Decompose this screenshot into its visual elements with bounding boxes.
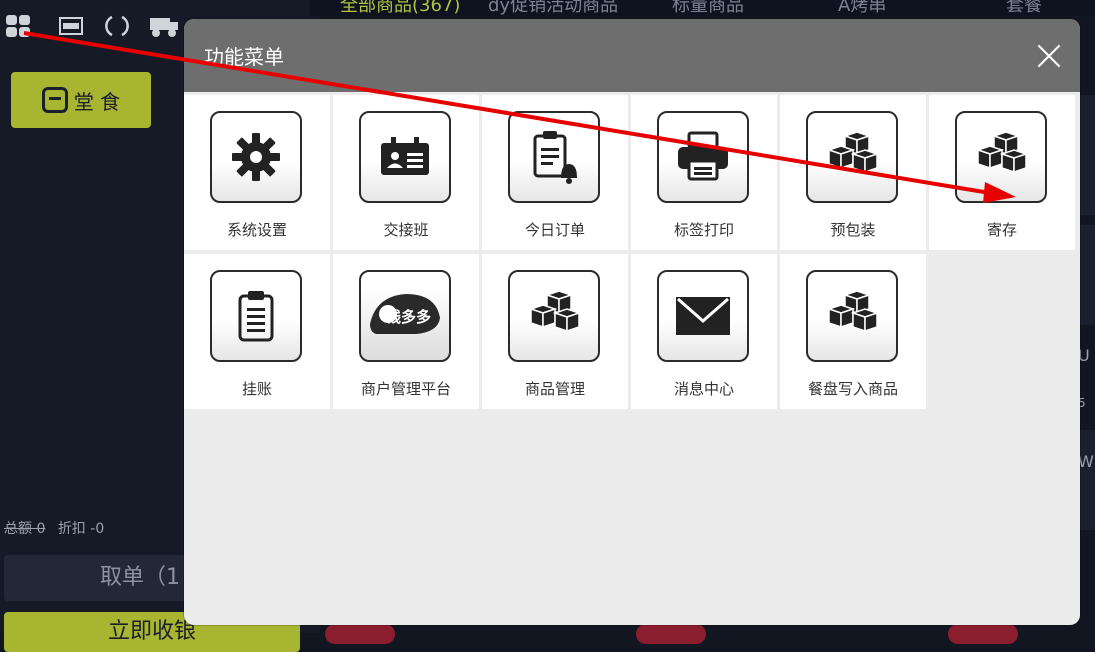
category-tab[interactable]: A烤串 [838,0,886,16]
menu-item-merchant-platform[interactable]: 钱多多 商户管理平台 [333,254,479,409]
menu-item-prepackaged[interactable]: 预包装 [780,95,926,250]
dine-in-icon [41,87,68,113]
product-text-fragment: W [1078,452,1094,471]
product-badge [948,624,1018,644]
menu-item-today-orders[interactable]: 今日订单 [482,95,628,250]
close-icon[interactable] [1032,39,1066,73]
product-card[interactable] [1080,225,1095,325]
boxes-icon [955,111,1047,203]
dine-in-label: 堂 食 [73,89,121,114]
clipboard-bell-icon [508,111,600,203]
menu-item-system-settings[interactable]: 系统设置 [184,95,330,250]
gear-icon [210,111,302,203]
delivery-icon[interactable] [148,12,178,40]
order-summary: 总额 0 折扣 -0 [4,518,104,538]
grid-menu-icon[interactable] [4,12,32,40]
menu-item-label: 交接班 [383,221,429,239]
menu-item-tray-write-product[interactable]: 餐盘写入商品 [780,254,926,409]
menu-item-label: 商品管理 [524,380,585,398]
product-card[interactable] [1080,430,1095,530]
category-tab[interactable]: dy促销活动商品 [488,0,618,16]
category-tab[interactable]: 套餐 [1006,0,1042,16]
menu-item-message-center[interactable]: 消息中心 [631,254,777,409]
category-tab[interactable]: 标量商品 [672,0,744,16]
menu-item-label: 标签打印 [673,221,734,239]
id-card-icon [359,111,451,203]
vip-icon[interactable] [57,12,85,40]
menu-item-label: 系统设置 [226,221,287,239]
menu-item-label-print[interactable]: 标签打印 [631,95,777,250]
function-menu-dialog: 功能菜单 系统设置 交接班 今日订单 标签打印 预包装 寄存 挂账 钱多多 商户… [184,19,1080,625]
printer-icon [657,111,749,203]
product-badge [325,624,395,644]
category-tab[interactable]: 全部商品(367) [340,0,460,16]
dialog-header: 功能菜单 [184,19,1080,92]
menu-item-on-account[interactable]: 挂账 [184,254,330,409]
menu-item-product-management[interactable]: 商品管理 [482,254,628,409]
boxes-icon [508,270,600,362]
menu-item-label: 商户管理平台 [360,380,451,398]
menu-item-label: 餐盘写入商品 [807,380,898,398]
take-order-button[interactable]: 取单（1 [4,555,204,601]
clipboard-icon [210,270,302,362]
menu-item-shift-handover[interactable]: 交接班 [333,95,479,250]
menu-item-label: 消息中心 [673,380,734,398]
menu-item-label: 挂账 [241,380,272,398]
category-tabs: 全部商品(367) dy促销活动商品 标量商品 A烤串 套餐 [310,0,1095,16]
dine-in-button[interactable]: 堂 食 [11,72,151,128]
discount-amount: 折扣 -0 [57,521,105,537]
dialog-title: 功能菜单 [204,45,284,69]
menu-item-storage[interactable]: 寄存 [929,95,1075,250]
total-amount: 总额 0 [4,521,46,537]
refresh-icon[interactable] [103,12,131,40]
qianduoduo-logo-icon: 钱多多 [359,270,451,362]
menu-item-label: 预包装 [830,221,876,239]
svg-text:钱多多: 钱多多 [386,308,431,326]
envelope-icon [657,270,749,362]
boxes-icon [806,270,898,362]
product-card[interactable] [1080,95,1095,215]
menu-item-label: 今日订单 [524,221,585,239]
boxes-icon [806,111,898,203]
menu-item-label: 寄存 [986,221,1017,239]
product-badge [636,624,706,644]
